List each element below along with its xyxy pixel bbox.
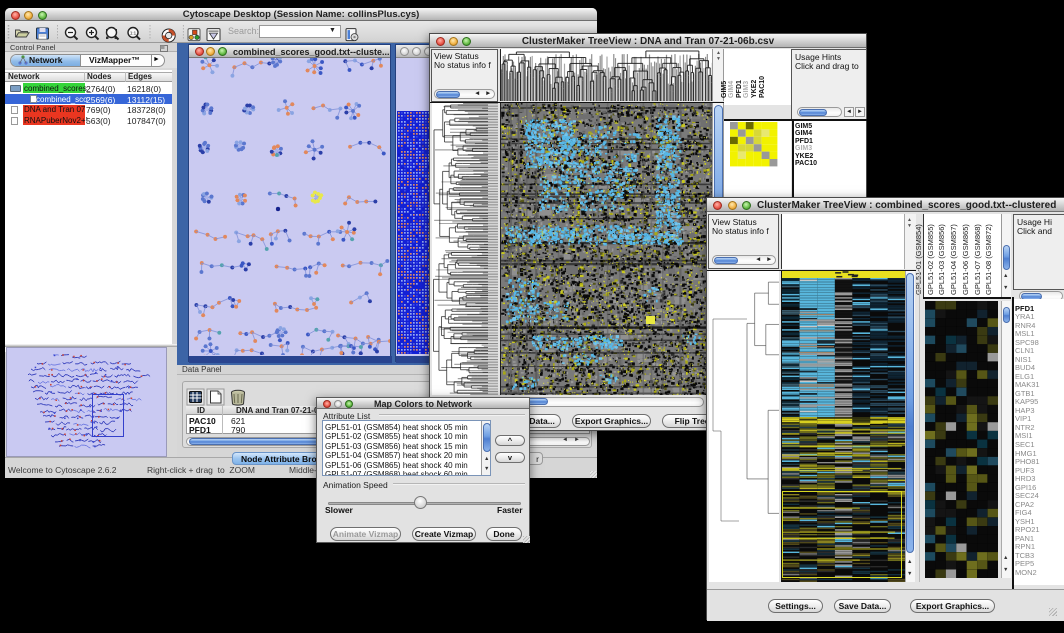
- svg-text:1:1: 1:1: [130, 30, 137, 35]
